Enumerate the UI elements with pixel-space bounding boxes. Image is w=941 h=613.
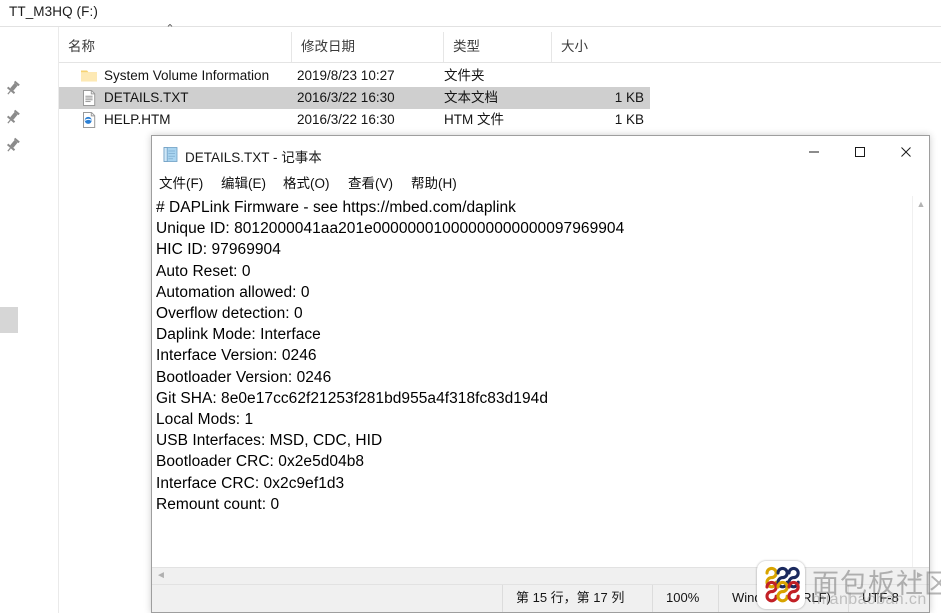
pin-icon[interactable] bbox=[3, 107, 23, 127]
minimize-icon[interactable] bbox=[791, 136, 837, 167]
notepad-icon bbox=[162, 146, 179, 163]
menu-item-file[interactable]: 文件(F) bbox=[157, 173, 205, 196]
file-size: 1 KB bbox=[614, 112, 644, 127]
explorer-titlebar: TT_M3HQ (F:) bbox=[0, 0, 941, 27]
file-name: System Volume Information bbox=[104, 68, 270, 83]
folder-icon bbox=[80, 67, 98, 85]
sort-ascending-icon: ⌃ bbox=[165, 23, 175, 35]
file-type: 文件夹 bbox=[444, 68, 485, 83]
file-date: 2016/3/22 16:30 bbox=[297, 112, 395, 127]
file-date: 2019/8/23 10:27 bbox=[297, 68, 395, 83]
notepad-titlebar[interactable]: DETAILS.TXT - 记事本 bbox=[152, 136, 929, 173]
menu-item-help[interactable]: 帮助(H) bbox=[409, 173, 459, 196]
status-line-ending: Windows (CRLF) bbox=[718, 585, 848, 612]
table-row[interactable]: HELP.HTM 2016/3/22 16:30 HTM 文件 1 KB bbox=[59, 109, 650, 131]
status-cursor-position: 第 15 行，第 17 列 bbox=[502, 585, 652, 612]
notepad-text-area[interactable]: # DAPLink Firmware - see https://mbed.co… bbox=[152, 196, 929, 587]
file-size bbox=[499, 65, 644, 87]
header-divider bbox=[59, 62, 941, 63]
navigation-pane[interactable] bbox=[0, 27, 59, 613]
pin-icon[interactable] bbox=[3, 135, 23, 155]
status-zoom-level[interactable]: 100% bbox=[652, 585, 718, 612]
table-row[interactable]: DETAILS.TXT 2016/3/22 16:30 文本文档 1 KB bbox=[59, 87, 650, 109]
maximize-icon[interactable] bbox=[837, 136, 883, 167]
menu-item-edit[interactable]: 编辑(E) bbox=[219, 173, 268, 196]
text-file-icon bbox=[80, 89, 98, 107]
column-header-name[interactable]: 名称 bbox=[59, 32, 299, 62]
file-name: DETAILS.TXT bbox=[104, 90, 189, 105]
menu-item-format[interactable]: 格式(O) bbox=[281, 173, 332, 196]
pin-icon[interactable] bbox=[3, 78, 23, 98]
status-encoding: UTF-8 bbox=[848, 585, 929, 612]
file-name: HELP.HTM bbox=[104, 112, 171, 127]
scroll-left-icon[interactable]: ◄ bbox=[154, 568, 168, 584]
column-header-date[interactable]: 修改日期 bbox=[291, 32, 443, 62]
file-size: 1 KB bbox=[614, 90, 644, 105]
column-header-type[interactable]: 类型 bbox=[443, 32, 551, 62]
file-date: 2016/3/22 16:30 bbox=[297, 90, 395, 105]
vertical-scrollbar[interactable]: ▲ ▼ bbox=[912, 196, 929, 587]
close-icon[interactable] bbox=[883, 136, 929, 167]
notepad-title: DETAILS.TXT - 记事本 bbox=[185, 150, 322, 165]
notepad-text-content: # DAPLink Firmware - see https://mbed.co… bbox=[156, 199, 625, 513]
column-header-size[interactable]: 大小 bbox=[551, 32, 647, 62]
file-type: HTM 文件 bbox=[444, 112, 504, 127]
notepad-menubar: 文件(F) 编辑(E) 格式(O) 查看(V) 帮助(H) bbox=[152, 173, 929, 196]
explorer-title: TT_M3HQ (F:) bbox=[9, 4, 98, 19]
notepad-window: DETAILS.TXT - 记事本 文件(F) 编辑(E) 格式(O) 查看(V… bbox=[151, 135, 930, 613]
menu-item-view[interactable]: 查看(V) bbox=[346, 173, 395, 196]
horizontal-scrollbar[interactable]: ◄ ► bbox=[152, 567, 929, 585]
scroll-right-icon[interactable]: ► bbox=[913, 568, 927, 584]
navigation-scrollbar-thumb[interactable] bbox=[0, 307, 18, 333]
table-row[interactable]: System Volume Information 2019/8/23 10:2… bbox=[59, 65, 650, 87]
html-file-icon bbox=[80, 111, 98, 129]
notepad-statusbar: 第 15 行，第 17 列 100% Windows (CRLF) UTF-8 bbox=[152, 585, 929, 612]
file-type: 文本文档 bbox=[444, 90, 498, 105]
scroll-up-icon[interactable]: ▲ bbox=[913, 196, 929, 212]
column-header-row: 名称 修改日期 类型 大小 ⌃ bbox=[59, 24, 941, 62]
